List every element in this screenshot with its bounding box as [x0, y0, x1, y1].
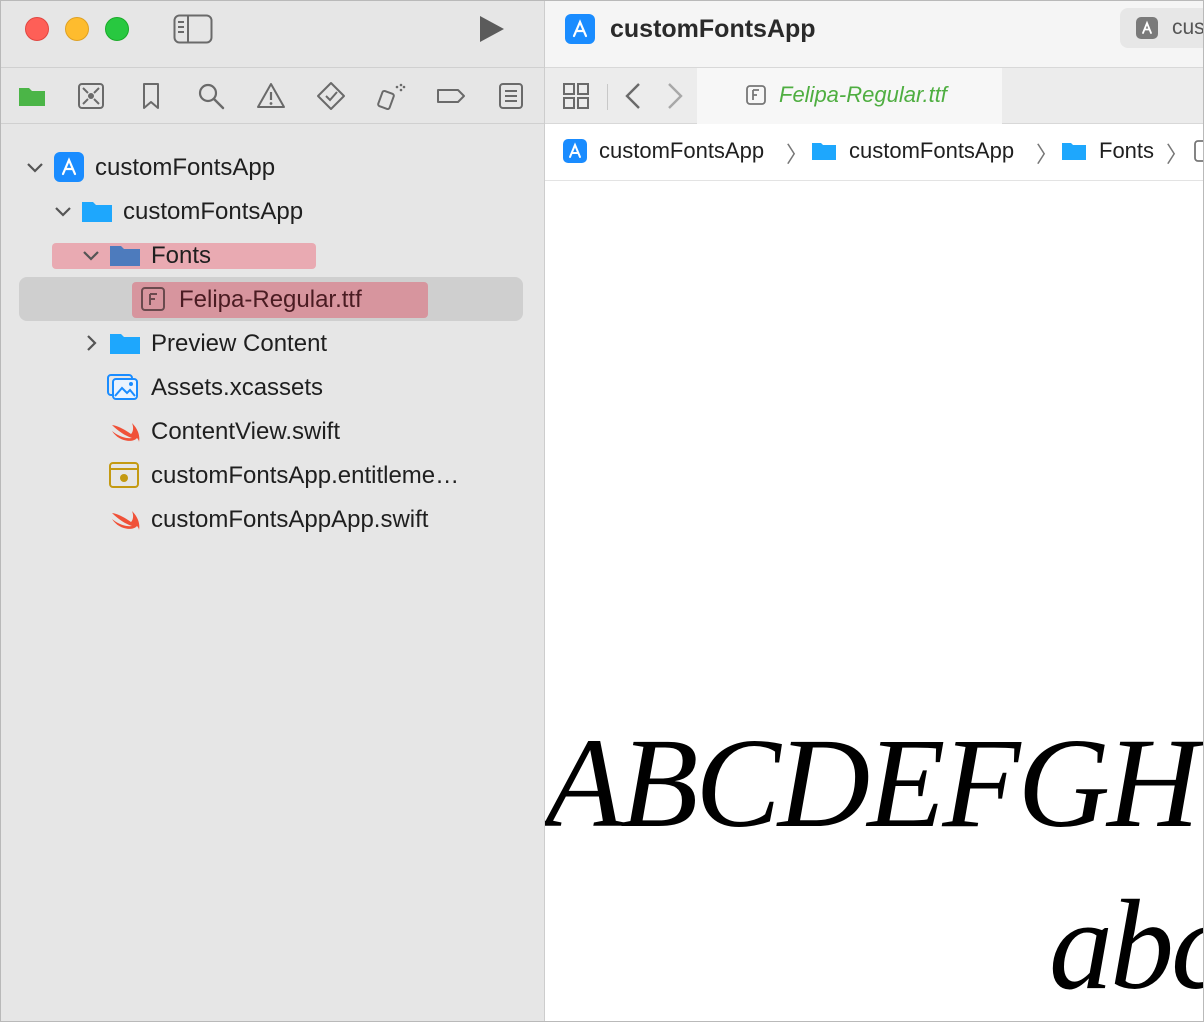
tree-row-entitlements[interactable]: customFontsApp.entitleme… — [1, 453, 544, 497]
window-title: customFontsApp — [610, 15, 816, 43]
tree-row-contentview[interactable]: ContentView.swift — [1, 409, 544, 453]
breadcrumb-item[interactable]: customFontsApp — [849, 138, 1014, 164]
font-file-icon — [141, 287, 165, 311]
sidebar-toggle-icon[interactable] — [173, 14, 213, 44]
navigator-selector-bar — [1, 67, 544, 124]
editor-area: customFontsApp customFontsApp — [545, 1, 1204, 1021]
swift-icon — [112, 423, 140, 442]
chevron-right-icon[interactable] — [81, 333, 101, 353]
tree-row-assets[interactable]: Assets.xcassets — [1, 365, 544, 409]
chevron-down-icon[interactable] — [25, 157, 45, 177]
tree-row-fonts[interactable]: Fonts — [1, 233, 544, 277]
folder-icon — [1062, 143, 1086, 160]
xcode-window: customFontsApp customFontsApp Fonts Feli… — [0, 0, 1204, 1022]
debug-spray-icon[interactable] — [376, 81, 406, 111]
close-window-button[interactable] — [25, 17, 49, 41]
zoom-window-button[interactable] — [105, 17, 129, 41]
tree-row-preview-content[interactable]: Preview Content — [1, 321, 544, 365]
run-play-icon[interactable] — [475, 13, 507, 45]
tree-label: customFontsAppApp.swift — [151, 506, 429, 533]
bookmark-icon[interactable] — [136, 81, 166, 111]
font-file-icon — [746, 85, 766, 105]
scheme-selector[interactable]: customFontsApp — [1120, 8, 1204, 48]
font-preview: ABCDEFGH abcd — [545, 182, 1203, 1021]
minimize-window-button[interactable] — [65, 17, 89, 41]
back-chevron-icon[interactable] — [619, 81, 649, 111]
folder-navigator-icon[interactable] — [17, 81, 47, 111]
navigator-sidebar: customFontsApp customFontsApp Fonts Feli… — [1, 1, 545, 1021]
tree-row-group[interactable]: customFontsApp — [1, 189, 544, 233]
folder-icon — [812, 143, 836, 160]
forward-chevron-icon[interactable] — [659, 81, 689, 111]
breadcrumb: customFontsApp 〉 customFontsApp 〉 Fonts … — [545, 124, 1203, 181]
tree-label: Assets.xcassets — [151, 374, 324, 401]
tree-label: Preview Content — [151, 330, 328, 357]
breadcrumb-separator: 〉 — [1036, 142, 1059, 167]
breadcrumb-separator: 〉 — [786, 142, 809, 167]
editor-tab-bar: Felipa-Regular.ttf — [545, 67, 1203, 124]
test-diamond-icon[interactable] — [316, 81, 346, 111]
entitlements-icon — [109, 462, 139, 488]
app-project-icon — [565, 14, 595, 44]
chevron-down-icon[interactable] — [53, 201, 73, 221]
tree-label: Fonts — [151, 242, 212, 269]
search-icon[interactable] — [196, 81, 226, 111]
asset-catalog-icon — [107, 374, 138, 400]
tree-row-felipa[interactable]: Felipa-Regular.ttf — [1, 277, 544, 321]
sidebar-titlebar — [1, 1, 544, 67]
tab-label: Felipa-Regular.ttf — [779, 82, 947, 107]
breadcrumb-item[interactable]: Fonts — [1099, 138, 1154, 164]
breakpoint-icon[interactable] — [436, 81, 466, 111]
tree-label: ContentView.swift — [151, 418, 340, 445]
breadcrumb-item[interactable]: customFontsApp — [599, 138, 764, 164]
window-toolbar: customFontsApp customFontsApp — [545, 1, 1204, 67]
app-project-icon — [54, 152, 84, 182]
tree-label: customFontsApp — [95, 154, 276, 181]
font-sample-lowercase: abcd — [1049, 874, 1203, 1016]
source-control-icon[interactable] — [76, 81, 106, 111]
tree-row-project[interactable]: customFontsApp — [1, 145, 544, 189]
font-sample-uppercase: ABCDEFGH — [545, 712, 1199, 854]
tree-label: Felipa-Regular.ttf — [179, 286, 362, 313]
swift-icon — [112, 511, 140, 530]
font-file-icon — [1194, 140, 1203, 162]
app-scheme-icon — [1136, 17, 1158, 39]
tree-label: customFontsApp.entitleme… — [151, 462, 460, 489]
toolbar-divider — [607, 84, 608, 110]
folder-icon — [82, 202, 112, 222]
folder-icon — [110, 246, 140, 266]
breadcrumb-separator: 〉 — [1166, 142, 1189, 167]
tree-row-app-swift[interactable]: customFontsAppApp.swift — [1, 497, 544, 541]
scheme-label: customFontsApp — [1172, 16, 1204, 39]
report-icon[interactable] — [496, 81, 526, 111]
tab-felipa-regular[interactable]: Felipa-Regular.ttf — [697, 68, 1002, 124]
warning-icon[interactable] — [256, 81, 286, 111]
tree-label: customFontsApp — [123, 198, 304, 225]
folder-icon — [110, 334, 140, 354]
app-project-icon — [563, 139, 587, 163]
related-items-grid-icon[interactable] — [561, 81, 591, 111]
chevron-down-icon[interactable] — [81, 245, 101, 265]
